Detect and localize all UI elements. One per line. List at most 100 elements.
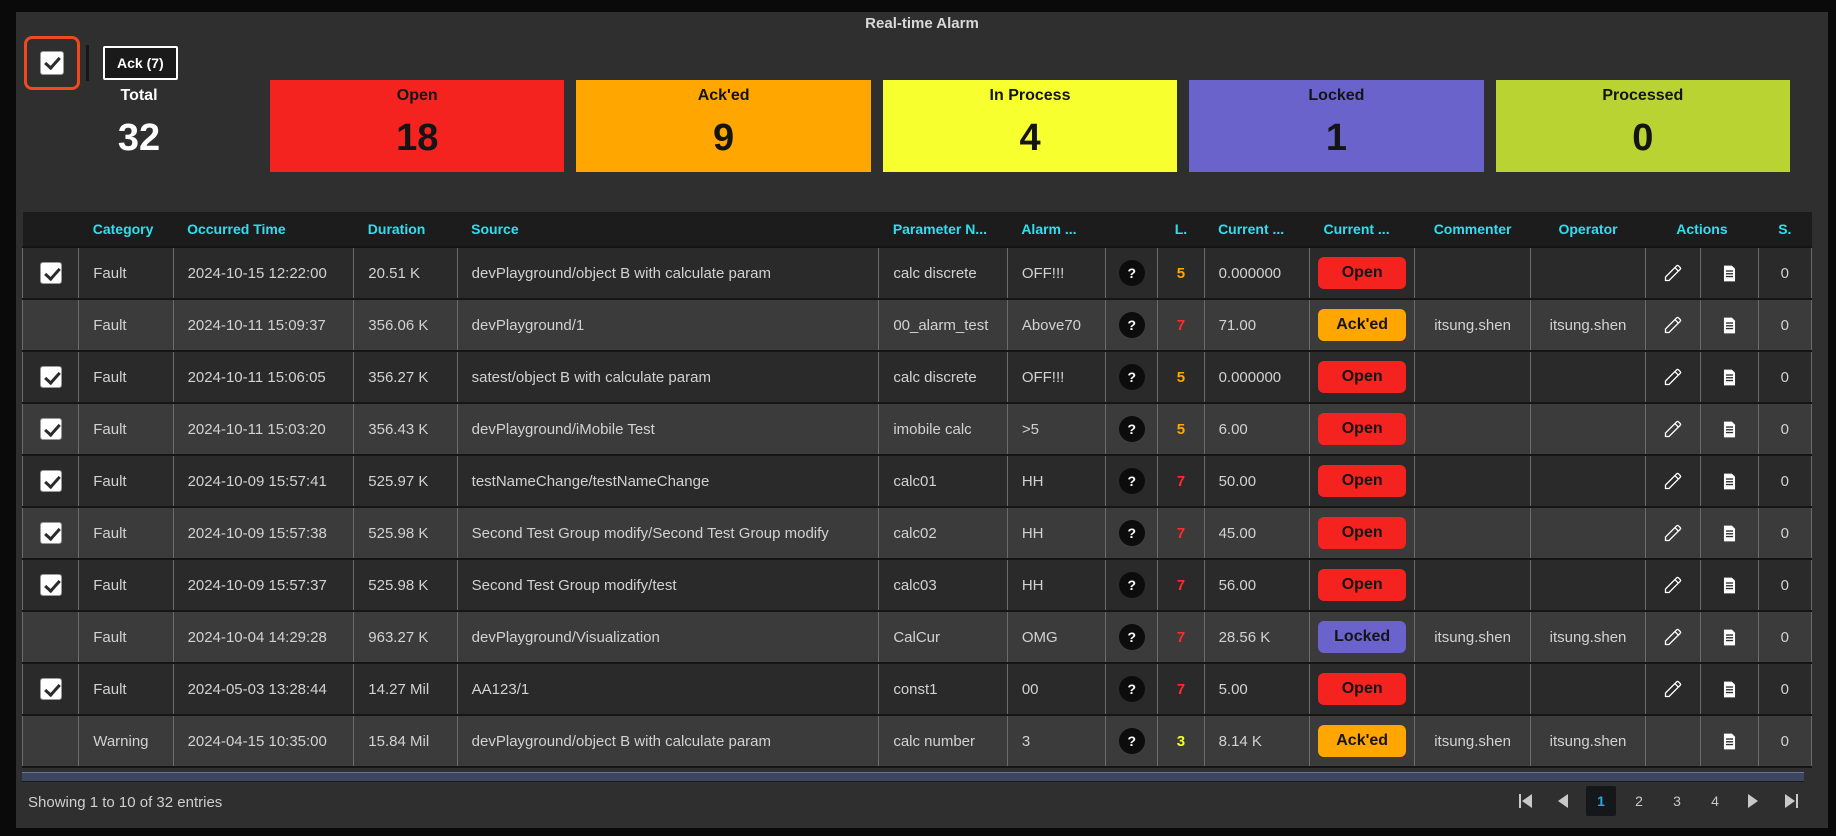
cell-parameter: imobile calc bbox=[879, 403, 1008, 455]
row-checkbox[interactable] bbox=[40, 418, 62, 440]
help-icon[interactable]: ? bbox=[1119, 468, 1145, 494]
row-checkbox[interactable] bbox=[40, 470, 62, 492]
cell-action-edit bbox=[1646, 403, 1701, 455]
help-icon[interactable]: ? bbox=[1119, 520, 1145, 546]
cell-help: ? bbox=[1106, 663, 1158, 715]
cell-current-value: 6.00 bbox=[1204, 403, 1309, 455]
pagination-page-4[interactable]: 4 bbox=[1700, 786, 1730, 816]
row-checkbox[interactable] bbox=[40, 366, 62, 388]
stat-label: Processed bbox=[1602, 87, 1683, 105]
pagination-prev-button[interactable] bbox=[1548, 786, 1578, 816]
edit-pencil-icon[interactable] bbox=[1658, 466, 1688, 496]
cell-current-value: 28.56 K bbox=[1204, 611, 1309, 663]
col-source[interactable]: Source bbox=[457, 212, 879, 247]
help-icon[interactable]: ? bbox=[1119, 728, 1145, 754]
cell-operator: itsung.shen bbox=[1530, 611, 1645, 663]
edit-pencil-icon[interactable] bbox=[1658, 414, 1688, 444]
cell-help: ? bbox=[1106, 559, 1158, 611]
edit-pencil-icon[interactable] bbox=[1658, 622, 1688, 652]
help-icon[interactable]: ? bbox=[1119, 364, 1145, 390]
document-icon[interactable] bbox=[1715, 622, 1745, 652]
help-icon[interactable]: ? bbox=[1119, 260, 1145, 286]
edit-pencil-icon[interactable] bbox=[1658, 518, 1688, 548]
select-all-checkbox[interactable] bbox=[40, 51, 64, 75]
stat-value: 1 bbox=[1326, 105, 1347, 172]
table-row: Fault2024-10-11 15:09:37356.06 KdevPlayg… bbox=[23, 299, 1812, 351]
ack-button[interactable]: Ack (7) bbox=[103, 46, 178, 80]
cell-alarm: >5 bbox=[1007, 403, 1105, 455]
cell-current-value: 0.000000 bbox=[1204, 247, 1309, 299]
pagination-page-3[interactable]: 3 bbox=[1662, 786, 1692, 816]
row-checkbox[interactable] bbox=[40, 574, 62, 596]
row-checkbox[interactable] bbox=[40, 262, 62, 284]
document-icon[interactable] bbox=[1715, 310, 1745, 340]
cell-commenter bbox=[1415, 559, 1530, 611]
cell-source: testNameChange/testNameChange bbox=[457, 455, 879, 507]
help-icon[interactable]: ? bbox=[1119, 416, 1145, 442]
document-icon[interactable] bbox=[1715, 466, 1745, 496]
cell-category: Fault bbox=[79, 403, 173, 455]
pagination-first-button[interactable] bbox=[1510, 786, 1540, 816]
col-parameter[interactable]: Parameter N... bbox=[879, 212, 1008, 247]
cell-occurred-time: 2024-10-11 15:06:05 bbox=[173, 351, 354, 403]
cell-alarm: HH bbox=[1007, 559, 1105, 611]
pagination-page-1[interactable]: 1 bbox=[1586, 786, 1616, 816]
col-level[interactable]: L. bbox=[1158, 212, 1204, 247]
col-commenter[interactable]: Commenter bbox=[1415, 212, 1530, 247]
row-checkbox[interactable] bbox=[40, 522, 62, 544]
pagination-last-button[interactable] bbox=[1776, 786, 1806, 816]
status-badge: Ack'ed bbox=[1318, 309, 1406, 341]
col-alarm[interactable]: Alarm ... bbox=[1007, 212, 1105, 247]
alarm-status-stats: Total32Open18Ack'ed9In Process4Locked1Pr… bbox=[20, 80, 1790, 172]
level-value: 7 bbox=[1177, 473, 1185, 490]
cell-action-log bbox=[1701, 559, 1758, 611]
help-icon[interactable]: ? bbox=[1119, 676, 1145, 702]
col-s[interactable]: S. bbox=[1758, 212, 1811, 247]
cell-current-status: Ack'ed bbox=[1309, 715, 1414, 767]
cell-commenter bbox=[1415, 247, 1530, 299]
col-duration[interactable]: Duration bbox=[354, 212, 457, 247]
pagination-next-button[interactable] bbox=[1738, 786, 1768, 816]
cell-s: 0 bbox=[1758, 559, 1811, 611]
stat-in-process: In Process4 bbox=[883, 80, 1177, 172]
document-icon[interactable] bbox=[1715, 726, 1745, 756]
cell-category: Fault bbox=[79, 663, 173, 715]
cell-commenter bbox=[1415, 507, 1530, 559]
col-select bbox=[23, 212, 79, 247]
edit-pencil-icon[interactable] bbox=[1658, 570, 1688, 600]
col-occurred-time[interactable]: Occurred Time bbox=[173, 212, 354, 247]
col-category[interactable]: Category bbox=[79, 212, 173, 247]
edit-pencil-icon[interactable] bbox=[1658, 362, 1688, 392]
col-operator[interactable]: Operator bbox=[1530, 212, 1645, 247]
document-icon[interactable] bbox=[1715, 570, 1745, 600]
cell-parameter: 00_alarm_test bbox=[879, 299, 1008, 351]
cell-help: ? bbox=[1106, 507, 1158, 559]
document-icon[interactable] bbox=[1715, 258, 1745, 288]
dashboard-page: Real-time Alarm Ack (7) Total32Open18Ack… bbox=[0, 0, 1836, 836]
cell-operator bbox=[1530, 403, 1645, 455]
horizontal-scrollbar[interactable] bbox=[22, 772, 1804, 782]
pagination-page-2[interactable]: 2 bbox=[1624, 786, 1654, 816]
cell-s: 0 bbox=[1758, 455, 1811, 507]
document-icon[interactable] bbox=[1715, 518, 1745, 548]
document-icon[interactable] bbox=[1715, 362, 1745, 392]
cell-source: devPlayground/object B with calculate pa… bbox=[457, 247, 879, 299]
document-icon[interactable] bbox=[1715, 674, 1745, 704]
col-current-value[interactable]: Current ... bbox=[1204, 212, 1309, 247]
cell-help: ? bbox=[1106, 351, 1158, 403]
help-icon[interactable]: ? bbox=[1119, 572, 1145, 598]
col-current-status[interactable]: Current ... bbox=[1309, 212, 1414, 247]
next-page-icon bbox=[1748, 794, 1758, 808]
document-icon[interactable] bbox=[1715, 414, 1745, 444]
cell-alarm: OFF!!! bbox=[1007, 351, 1105, 403]
help-icon[interactable]: ? bbox=[1119, 312, 1145, 338]
row-checkbox[interactable] bbox=[40, 678, 62, 700]
edit-pencil-icon[interactable] bbox=[1658, 258, 1688, 288]
cell-category: Fault bbox=[79, 247, 173, 299]
edit-pencil-icon[interactable] bbox=[1658, 310, 1688, 340]
edit-pencil-icon[interactable] bbox=[1658, 674, 1688, 704]
cell-current-status: Open bbox=[1309, 559, 1414, 611]
cell-commenter: itsung.shen bbox=[1415, 611, 1530, 663]
help-icon[interactable]: ? bbox=[1119, 624, 1145, 650]
status-badge: Open bbox=[1318, 361, 1406, 393]
